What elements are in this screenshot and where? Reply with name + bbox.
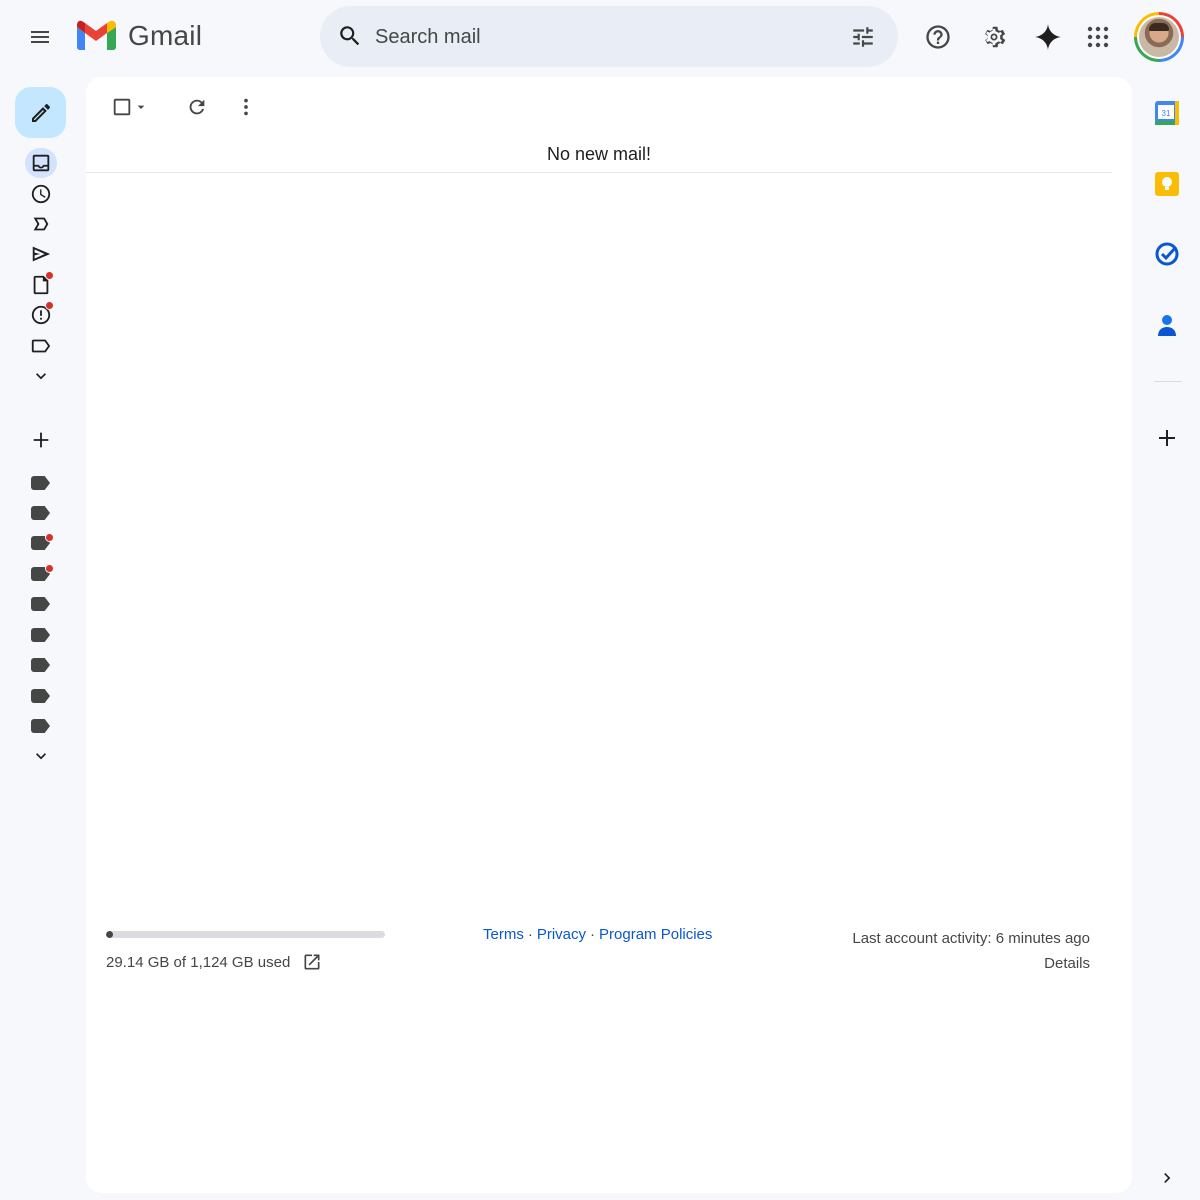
mail-list-panel: No new mail! 29.14 GB of 1,124 GB used T…	[86, 77, 1132, 1193]
search-icon[interactable]	[334, 20, 366, 52]
label-icon[interactable]	[31, 689, 50, 703]
compose-button[interactable]	[15, 87, 66, 138]
storage-bar	[106, 931, 385, 938]
manage-storage-link[interactable]	[302, 952, 322, 972]
label-unread-badge	[45, 533, 54, 542]
search-input[interactable]	[375, 23, 825, 51]
select-all-checkbox[interactable]	[106, 92, 154, 122]
show-side-panel-button[interactable]	[1151, 1162, 1183, 1194]
chevron-down-icon	[36, 373, 46, 380]
refresh-button[interactable]	[182, 92, 212, 122]
refresh-icon	[189, 99, 205, 115]
nav-snoozed[interactable]	[25, 179, 57, 209]
sent-icon	[32, 246, 51, 262]
drafts-badge	[45, 271, 54, 280]
keep-app[interactable]	[1151, 168, 1183, 200]
terms-link[interactable]: Terms	[483, 926, 524, 943]
search-options-icon[interactable]	[846, 20, 880, 54]
create-label-button[interactable]	[25, 425, 57, 455]
footer-links: Terms · Privacy · Program Policies	[483, 926, 713, 943]
nav-inbox[interactable]	[25, 148, 57, 178]
tasks-icon	[1155, 242, 1179, 266]
label-outline-icon	[31, 339, 51, 353]
snoozed-icon	[31, 184, 51, 204]
side-panel-divider	[1154, 381, 1182, 382]
contacts-app[interactable]	[1151, 309, 1183, 341]
nav-categories[interactable]	[25, 331, 57, 361]
gmail-m-icon	[77, 20, 116, 50]
activity-details-link[interactable]: Details	[852, 951, 1090, 976]
label-icon[interactable]	[31, 658, 50, 672]
avatar-photo	[1139, 17, 1179, 57]
checkbox-icon	[113, 98, 131, 116]
calendar-day: 31	[1162, 109, 1171, 118]
more-vert-icon	[244, 98, 248, 116]
account-activity: Last account activity: 6 minutes ago Det…	[852, 926, 1090, 976]
more-actions-button[interactable]	[231, 92, 261, 122]
menu-icon	[31, 31, 49, 43]
storage-usage: 29.14 GB of 1,124 GB used	[106, 931, 385, 972]
spam-badge	[45, 301, 54, 310]
label-icon[interactable]	[31, 628, 50, 642]
label-icon[interactable]	[31, 719, 50, 733]
more-labels-button[interactable]	[25, 741, 57, 771]
label-icon[interactable]	[31, 506, 50, 520]
storage-bar-fill	[106, 931, 114, 938]
tasks-app[interactable]	[1151, 238, 1183, 270]
storage-used-text: 29.14 GB of 1,124 GB used	[106, 953, 291, 971]
label-icon[interactable]	[31, 597, 50, 611]
important-icon	[33, 217, 49, 231]
nav-sent[interactable]	[25, 239, 57, 269]
account-avatar[interactable]	[1134, 12, 1184, 62]
contacts-icon	[1158, 315, 1176, 336]
chevron-down-icon	[36, 753, 46, 760]
gemini-sparkle-icon[interactable]	[1028, 17, 1068, 57]
nav-more[interactable]	[25, 361, 57, 391]
keep-icon	[1155, 172, 1179, 196]
main-menu-button[interactable]	[20, 17, 60, 57]
inbox-icon	[32, 154, 50, 172]
top-bar: Gmail	[0, 0, 1200, 74]
program-policies-link[interactable]: Program Policies	[599, 926, 712, 943]
gmail-wordmark: Gmail	[128, 20, 203, 51]
nav-important[interactable]	[25, 209, 57, 239]
get-add-ons-button[interactable]	[1151, 422, 1183, 454]
plus-icon	[33, 432, 49, 448]
label-icon[interactable]	[31, 476, 50, 490]
open-in-new-icon	[304, 954, 320, 970]
nav-spam[interactable]	[25, 300, 57, 330]
search-bar[interactable]	[320, 6, 898, 67]
last-activity-text: Last account activity: 6 minutes ago	[852, 930, 1090, 947]
nav-drafts[interactable]	[25, 270, 57, 300]
label-unread-badge	[45, 564, 54, 573]
settings-gear-icon[interactable]	[974, 17, 1014, 57]
apps-grid-icon[interactable]	[1078, 17, 1118, 57]
chevron-right-icon	[1164, 1173, 1171, 1183]
empty-inbox-message: No new mail!	[546, 144, 652, 164]
caret-down-icon[interactable]	[133, 99, 149, 115]
plus-icon	[1159, 430, 1175, 446]
privacy-link[interactable]: Privacy	[537, 926, 586, 943]
calendar-app[interactable]: 31	[1151, 97, 1183, 129]
help-icon[interactable]	[918, 17, 958, 57]
list-divider	[86, 172, 1112, 173]
pencil-icon	[31, 103, 50, 122]
gmail-logo[interactable]: Gmail	[76, 20, 202, 52]
calendar-icon: 31	[1155, 101, 1179, 125]
